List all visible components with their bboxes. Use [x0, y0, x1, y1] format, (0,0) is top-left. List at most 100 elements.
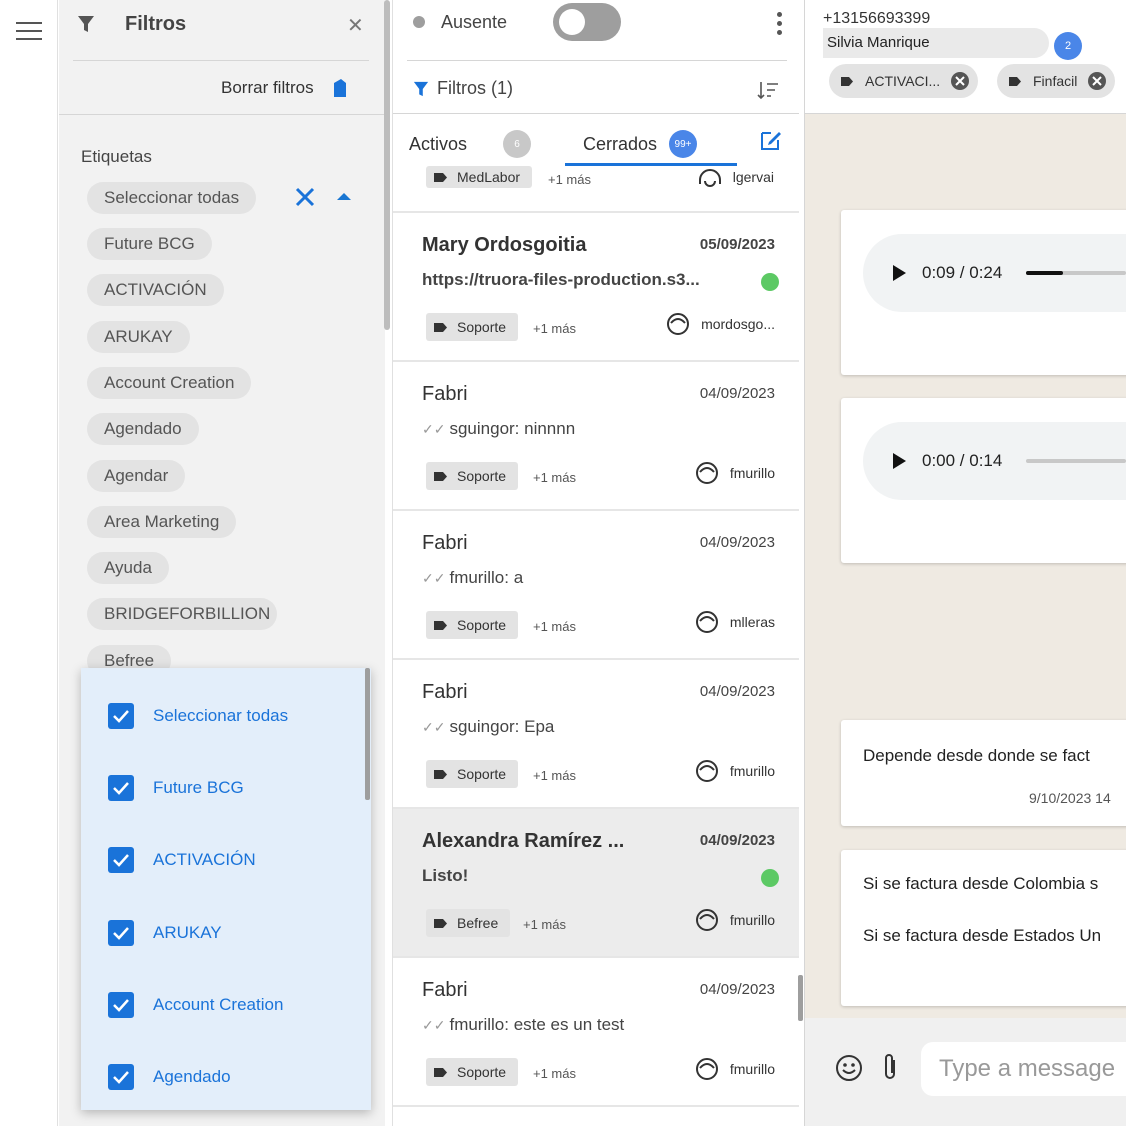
- last-message-row: ✓✓ fmurillo: a: [422, 568, 523, 588]
- chat-header: +13156693399 Silvia Manrique 2 ACTIVACI.…: [805, 0, 1126, 114]
- checkbox[interactable]: [108, 703, 134, 729]
- tag-chip[interactable]: Future BCG: [87, 228, 212, 260]
- check-icon: [113, 927, 129, 940]
- list-item[interactable]: Fabri 04/09/2023 ✓✓ fmurillo: este es un …: [393, 958, 799, 1107]
- dropdown-option[interactable]: ARUKAY: [81, 897, 365, 969]
- list-item[interactable]: Fabri 04/09/2023 ✓✓ fmurillo: a Soporte +…: [393, 511, 799, 660]
- agent: mordosgo...: [665, 311, 775, 337]
- tag-chip[interactable]: ACTIVACIÓN: [87, 274, 224, 306]
- composer: [805, 1018, 1126, 1126]
- last-message: Listo!: [422, 866, 469, 885]
- dropdown-option[interactable]: Account Creation: [81, 969, 365, 1041]
- tag-chip[interactable]: Seleccionar todas: [87, 182, 257, 214]
- tab-cerrados[interactable]: Cerrados 99+: [583, 130, 698, 158]
- tag-label: Soporte: [457, 468, 507, 484]
- more-tags: +1 más: [533, 321, 576, 336]
- chat-panel: +13156693399 Silvia Manrique 2 ACTIVACI.…: [804, 0, 1126, 1126]
- clear-filters-button[interactable]: Borrar filtros: [221, 78, 348, 98]
- filter-icon: [413, 81, 429, 96]
- list-item[interactable]: Fabri 04/09/2023 ✓✓ sguingor: Epa Soporte…: [393, 660, 799, 809]
- contact-name: Fabri: [422, 979, 468, 1001]
- scrollbar[interactable]: [798, 975, 803, 1021]
- audio-progress[interactable]: [1026, 459, 1126, 463]
- dropdown-option[interactable]: ACTIVACIÓN: [81, 824, 365, 896]
- remove-tag-icon[interactable]: [950, 71, 970, 91]
- divider: [59, 114, 385, 115]
- play-icon[interactable]: [893, 265, 906, 281]
- agent: fmurillo: [694, 907, 775, 933]
- text-message: Depende desde donde se fact 9/10/2023 14: [841, 720, 1126, 826]
- more-options-icon[interactable]: [777, 12, 783, 36]
- contact-name: Alexandra Ramírez ...: [422, 830, 625, 852]
- audio-time: 0:00 / 0:14: [922, 451, 1003, 470]
- clear-filters-label: Borrar filtros: [221, 78, 314, 97]
- tag-chip[interactable]: BRIDGEFORBILLION: [87, 598, 277, 630]
- audio-progress[interactable]: [1026, 271, 1126, 275]
- dropdown-option-label: Account Creation: [153, 995, 284, 1014]
- sort-icon[interactable]: [757, 80, 779, 100]
- attach-icon[interactable]: [881, 1052, 899, 1084]
- tab-label: Activos: [409, 133, 468, 154]
- message-time: 9/10/2023 14: [1029, 790, 1111, 806]
- collapse-arrow-icon[interactable]: [337, 193, 351, 200]
- double-check-icon: ✓✓: [422, 719, 446, 735]
- list-filter-button[interactable]: Filtros (1): [413, 78, 513, 99]
- tag-chip[interactable]: Ayuda: [87, 552, 169, 584]
- agent: fmurillo: [694, 460, 775, 486]
- agent-icon: [695, 1058, 718, 1080]
- more-tags: +1 más: [533, 768, 576, 783]
- dropdown-option[interactable]: Agendado: [81, 1041, 365, 1110]
- menu-icon[interactable]: [16, 22, 42, 40]
- contact-name-field[interactable]: Silvia Manrique: [823, 28, 1049, 58]
- checkbox[interactable]: [108, 992, 134, 1018]
- tag-chip[interactable]: Agendar: [87, 460, 186, 492]
- more-tags: +1 más: [533, 470, 576, 485]
- agent-name: fmurillo: [729, 465, 775, 481]
- list-item[interactable]: Mary Ordosgoitia 05/09/2023 https://truo…: [393, 213, 799, 362]
- checkbox[interactable]: [108, 847, 134, 873]
- tag-chip[interactable]: Agendado: [87, 413, 199, 445]
- tag-chip[interactable]: Account Creation: [87, 367, 252, 399]
- list-item[interactable]: Alexandra Ramírez ... 04/09/2023 Listo! …: [393, 809, 799, 958]
- filters-header: Filtros: [59, 0, 385, 48]
- header-tag-chip[interactable]: ACTIVACI...: [829, 64, 979, 98]
- dropdown-option-label: Agendado: [153, 1067, 231, 1086]
- tab-activos[interactable]: Activos 6: [409, 130, 532, 158]
- message-input[interactable]: [921, 1042, 1126, 1096]
- remove-tag-icon[interactable]: [1087, 71, 1107, 91]
- contact-badge: 2: [1054, 32, 1082, 60]
- dropdown-option[interactable]: Future BCG: [81, 752, 365, 824]
- emoji-icon[interactable]: [835, 1054, 863, 1082]
- audio-player[interactable]: 0:00 / 0:14: [863, 422, 1126, 500]
- agent-icon: [695, 909, 718, 931]
- scrollbar[interactable]: [384, 0, 390, 330]
- audio-player[interactable]: 0:09 / 0:24: [863, 234, 1126, 312]
- dropdown-option-label: Future BCG: [153, 778, 244, 797]
- availability-toggle[interactable]: [553, 3, 621, 41]
- audio-message: 0:09 / 0:24: [841, 210, 1126, 375]
- clear-selection-icon[interactable]: [294, 186, 316, 208]
- divider: [73, 60, 369, 61]
- tag-chip[interactable]: ARUKAY: [87, 321, 190, 353]
- list-item[interactable]: Fabri 04/09/2023 ✓✓ sguingor: ninnnn Sopo…: [393, 362, 799, 511]
- contact-name: Fabri: [422, 532, 468, 554]
- list-filter-label: Filtros (1): [437, 78, 513, 98]
- edit-icon[interactable]: [759, 128, 783, 152]
- conversation-date: 04/09/2023: [699, 534, 775, 551]
- checkbox[interactable]: [108, 1064, 134, 1090]
- filters-title: Filtros: [125, 12, 187, 35]
- checkbox[interactable]: [108, 775, 134, 801]
- play-icon[interactable]: [893, 453, 906, 469]
- double-check-icon: ✓✓: [422, 570, 446, 586]
- close-icon[interactable]: ✕: [347, 13, 364, 38]
- tag-chip[interactable]: Area Marketing: [87, 506, 237, 538]
- last-message-row: ✓✓ sguingor: ninnnn: [422, 419, 575, 439]
- double-check-icon: ✓✓: [422, 421, 446, 437]
- checkbox[interactable]: [108, 920, 134, 946]
- scrollbar[interactable]: [365, 668, 370, 800]
- tab-label: Cerrados: [583, 133, 658, 154]
- last-message-row: ✓✓ fmurillo: este es un test: [422, 1015, 624, 1035]
- agent-icon: [695, 611, 718, 633]
- header-tag-chip[interactable]: Finfacil: [997, 64, 1116, 98]
- dropdown-option[interactable]: Seleccionar todas: [81, 680, 365, 752]
